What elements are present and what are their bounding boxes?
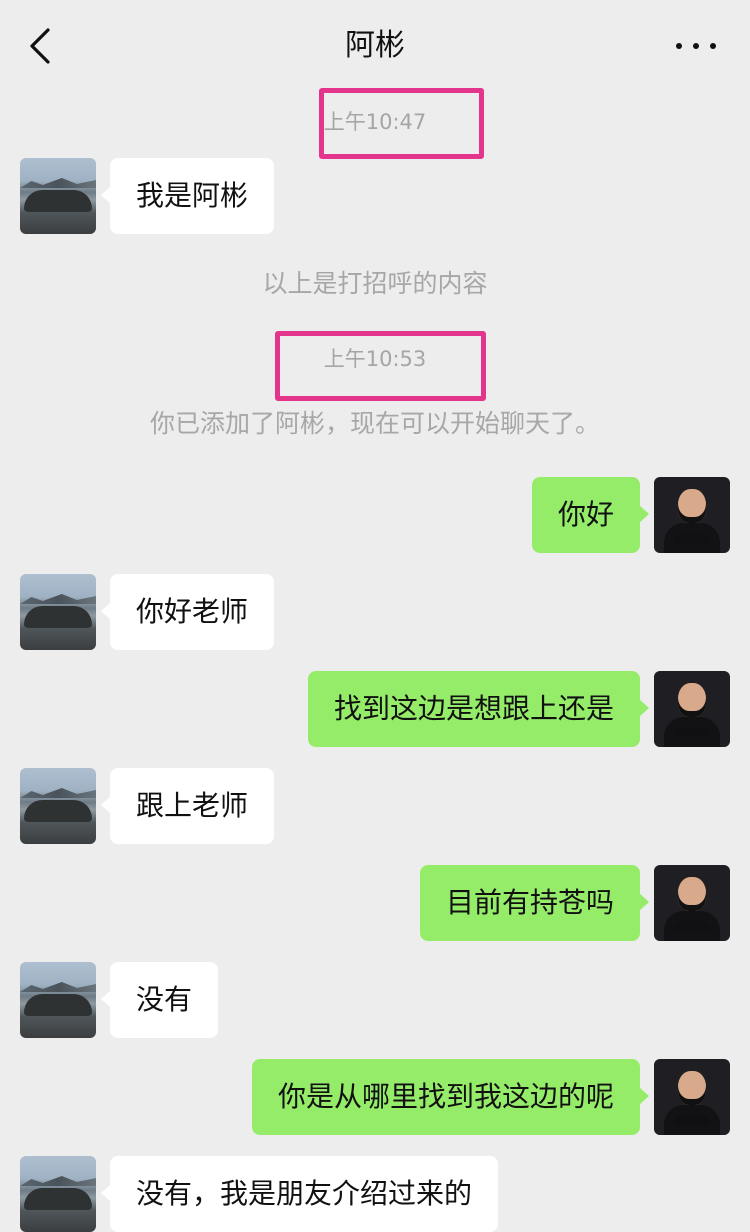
user-avatar[interactable]: [654, 671, 730, 747]
highlight-box: [275, 331, 486, 401]
message-bubble-incoming[interactable]: 你好老师: [100, 574, 275, 650]
message-bubble-outgoing[interactable]: 你好: [531, 477, 650, 553]
message-bubble-incoming[interactable]: 我是阿彬: [100, 158, 275, 234]
highlight-box: [319, 88, 484, 159]
user-avatar[interactable]: [654, 1059, 730, 1135]
message-bubble-outgoing[interactable]: 你是从哪里找到我这边的呢: [251, 1059, 650, 1135]
message-bubble-incoming[interactable]: 没有: [100, 962, 219, 1038]
top-bar: 阿彬: [0, 0, 750, 92]
message-bubble-incoming[interactable]: 没有，我是朋友介绍过来的: [100, 1156, 499, 1232]
contact-avatar[interactable]: [20, 1156, 96, 1232]
more-button[interactable]: [676, 28, 716, 64]
message-bubble-outgoing[interactable]: 目前有持苍吗: [419, 865, 650, 941]
message-bubble-outgoing[interactable]: 找到这边是想跟上还是: [307, 671, 650, 747]
system-message: 你已添加了阿彬，现在可以开始聊天了。: [149, 409, 600, 438]
contact-avatar[interactable]: [20, 768, 96, 844]
user-avatar[interactable]: [654, 865, 730, 941]
contact-avatar[interactable]: [20, 574, 96, 650]
chat-title: 阿彬: [345, 28, 405, 63]
contact-avatar[interactable]: [20, 158, 96, 234]
contact-avatar[interactable]: [20, 962, 96, 1038]
system-message: 以上是打招呼的内容: [262, 269, 488, 298]
more-horizontal-icon: [676, 43, 682, 49]
message-bubble-incoming[interactable]: 跟上老师: [100, 768, 275, 844]
user-avatar[interactable]: [654, 477, 730, 553]
